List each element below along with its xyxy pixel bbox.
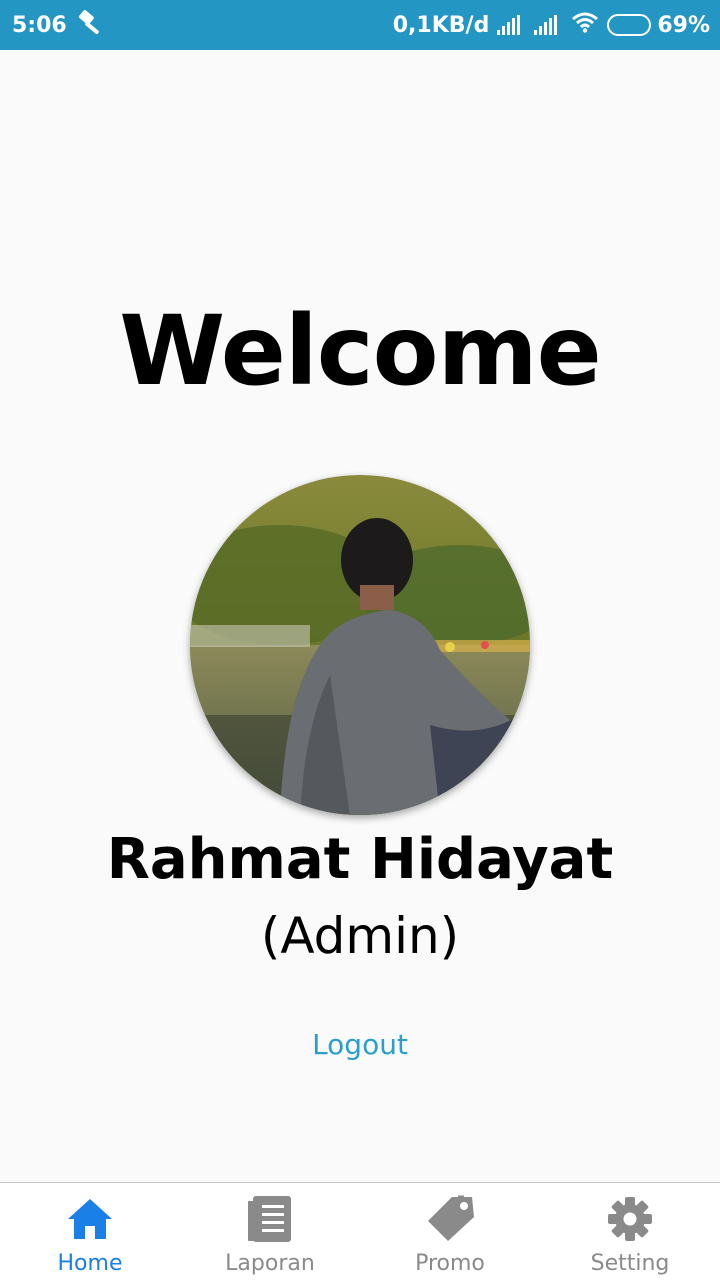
home-icon xyxy=(64,1193,116,1245)
status-bar-right: 0,1KB/d 69% xyxy=(393,11,710,39)
nav-item-laporan[interactable]: Laporan xyxy=(180,1183,360,1280)
wifi-icon xyxy=(571,11,599,39)
battery-icon xyxy=(607,14,652,36)
status-time: 5:06 xyxy=(12,12,67,38)
nav-label-promo: Promo xyxy=(415,1251,485,1276)
avatar-photo xyxy=(190,475,530,815)
nav-item-home[interactable]: Home xyxy=(0,1183,180,1280)
signal-icon xyxy=(497,15,521,35)
tag-icon xyxy=(424,1193,476,1245)
welcome-heading: Welcome xyxy=(119,295,601,407)
logout-button[interactable]: Logout xyxy=(260,1028,460,1072)
battery-percent: 69% xyxy=(657,12,710,38)
signal-icon-2 xyxy=(534,15,558,35)
status-bar-left: 5:06 xyxy=(12,8,105,42)
report-icon xyxy=(244,1193,296,1245)
gear-icon xyxy=(604,1193,656,1245)
main-content: Welcome Rahmat Hidayat (Admin) Logout xyxy=(0,50,720,1182)
nav-item-promo[interactable]: Promo xyxy=(360,1183,540,1280)
bottom-navigation: Home Laporan Promo Setting xyxy=(0,1182,720,1280)
hammer-icon xyxy=(77,8,105,42)
nav-label-setting: Setting xyxy=(590,1251,670,1276)
avatar xyxy=(190,475,530,815)
nav-item-setting[interactable]: Setting xyxy=(540,1183,720,1280)
user-role: (Admin) xyxy=(260,907,460,965)
battery-indicator: 69% xyxy=(607,13,710,38)
user-name: Rahmat Hidayat xyxy=(106,827,614,892)
network-speed: 0,1KB/d xyxy=(392,12,490,38)
status-bar: 5:06 0,1KB/d 69% xyxy=(0,0,720,50)
nav-label-home: Home xyxy=(57,1251,123,1276)
nav-label-laporan: Laporan xyxy=(225,1251,315,1276)
